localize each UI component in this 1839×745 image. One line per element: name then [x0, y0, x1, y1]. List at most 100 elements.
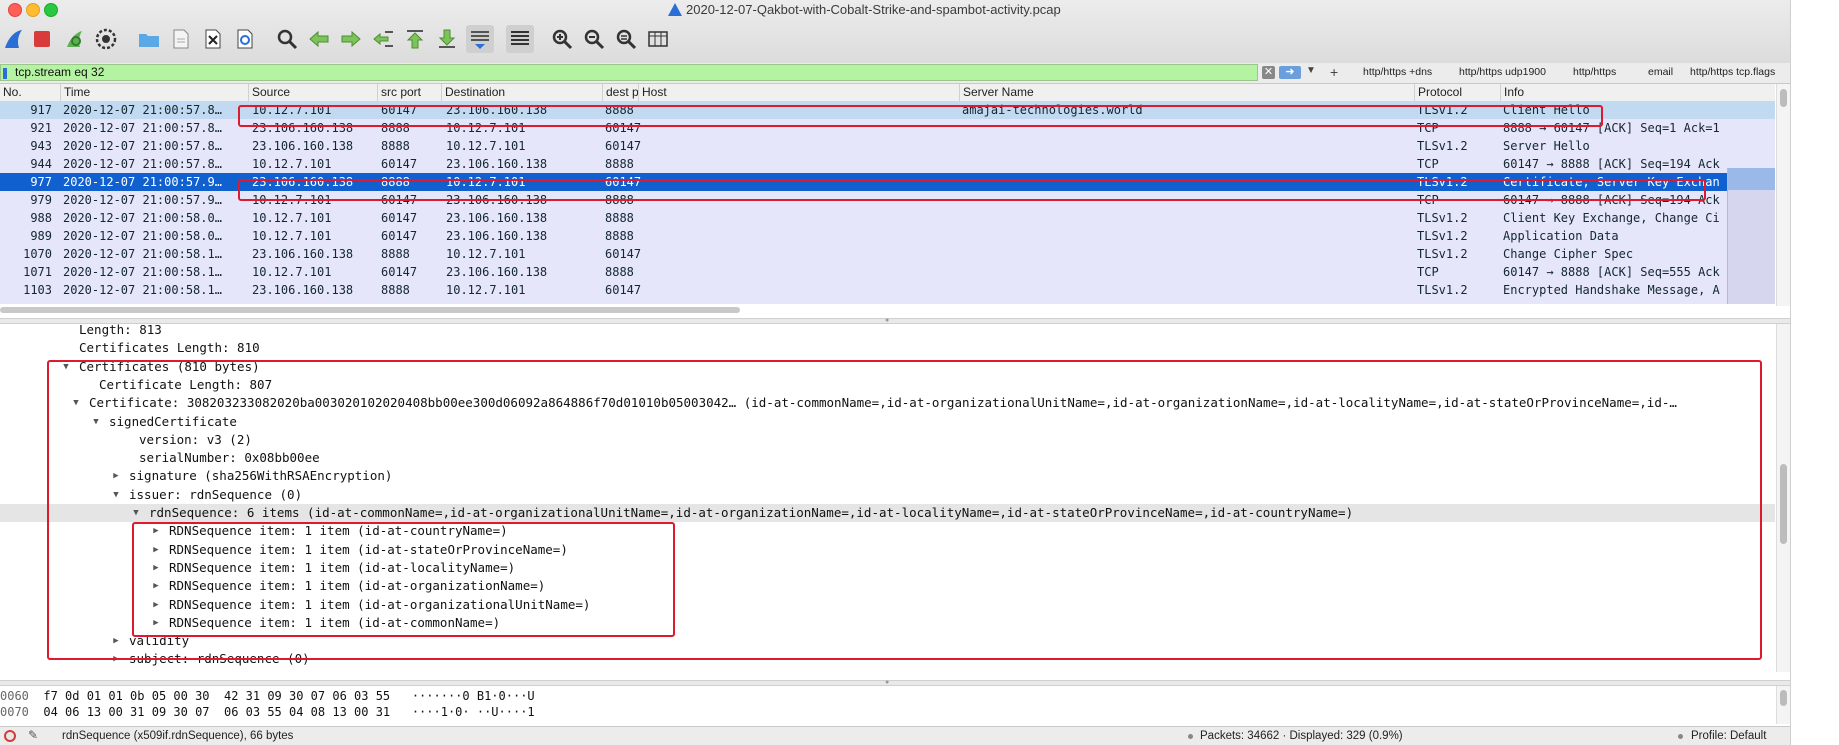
packet-minimap[interactable]	[1727, 168, 1775, 304]
go-back-icon[interactable]	[305, 25, 333, 53]
packet-row[interactable]: 1103 2020-12-07 21:00:58.1… 23.106.160.138…	[0, 281, 1775, 299]
column-header-destination[interactable]: Destination	[441, 84, 602, 101]
close-window-button[interactable]	[8, 3, 22, 17]
status-profile[interactable]: Profile: Default	[1691, 730, 1766, 742]
zoom-window-button[interactable]	[44, 3, 58, 17]
zoom-in-icon[interactable]	[548, 25, 576, 53]
bytes-ascii[interactable]: ····1·0· ··U····1	[412, 705, 535, 719]
detail-tree-item[interactable]: ▼ issuer: rdnSequence (0)	[0, 486, 1775, 504]
packet-details-scroll-thumb[interactable]	[1780, 464, 1787, 544]
filter-button-email[interactable]: email	[1648, 66, 1673, 78]
colorize-icon[interactable]	[506, 25, 534, 53]
resize-columns-icon[interactable]	[644, 25, 672, 53]
detail-tree-item[interactable]: ▶ RDNSequence item: 1 item (id-at-stateOr…	[0, 541, 1775, 559]
detail-tree-item[interactable]: Certificates Length: 810	[0, 339, 1775, 357]
packet-list[interactable]: No. Time Source src port Destination des…	[0, 84, 1775, 304]
column-header-host[interactable]: Host	[638, 84, 959, 101]
collapsed-triangle-icon[interactable]: ▶	[150, 522, 162, 540]
capture-options-icon[interactable]	[92, 25, 120, 53]
column-header-info[interactable]: Info	[1500, 84, 1775, 101]
packet-row[interactable]: 944 2020-12-07 21:00:57.8… 10.12.7.101 6014…	[0, 155, 1775, 173]
close-file-icon[interactable]	[199, 25, 227, 53]
column-header-source[interactable]: Source	[248, 84, 377, 101]
expanded-triangle-icon[interactable]: ▼	[70, 394, 82, 412]
filter-bookmark-icon[interactable]	[3, 68, 7, 79]
detail-tree-item[interactable]: ▶ RDNSequence item: 1 item (id-at-organiz…	[0, 596, 1775, 614]
bytes-hex[interactable]: 04 06 13 00 31 09 30 07 06 03 55 04 08 1…	[43, 705, 390, 719]
save-file-icon[interactable]	[167, 25, 195, 53]
autoscroll-icon[interactable]	[466, 25, 494, 53]
open-file-icon[interactable]	[135, 25, 163, 53]
detail-tree-item[interactable]: ▼ rdnSequence: 6 items (id-at-commonName=…	[0, 504, 1775, 522]
bytes-hex[interactable]: f7 0d 01 01 0b 05 00 30 42 31 09 30 07 0…	[43, 689, 390, 703]
packet-row[interactable]: 988 2020-12-07 21:00:58.0… 10.12.7.101 6014…	[0, 209, 1775, 227]
filter-button-http-https[interactable]: http/https	[1573, 66, 1616, 78]
detail-tree-item[interactable]: serialNumber: 0x08bb00ee	[0, 449, 1775, 467]
column-header-server-name[interactable]: Server Name	[959, 84, 1414, 101]
expanded-triangle-icon[interactable]: ▼	[130, 504, 142, 522]
collapsed-triangle-icon[interactable]: ▶	[110, 650, 122, 668]
packet-bytes-scroll-thumb[interactable]	[1780, 690, 1787, 706]
detail-tree-item[interactable]: ▼ Certificate: 308203233082020ba003020102…	[0, 394, 1775, 412]
detail-tree-item[interactable]: ▶ RDNSequence item: 1 item (id-at-commonN…	[0, 614, 1775, 632]
collapsed-triangle-icon[interactable]: ▶	[150, 559, 162, 577]
filter-button-http-https-udp1900[interactable]: http/https udp1900	[1459, 66, 1546, 78]
expanded-triangle-icon[interactable]: ▼	[110, 486, 122, 504]
display-filter-input[interactable]: tcp.stream eq 32	[0, 64, 1258, 81]
packet-row[interactable]: 989 2020-12-07 21:00:58.0… 10.12.7.101 6014…	[0, 227, 1775, 245]
filter-button-http-https-dns[interactable]: http/https +dns	[1363, 66, 1432, 78]
packet-list-scrollbar[interactable]	[1776, 84, 1790, 306]
packet-list-scroll-thumb[interactable]	[1780, 89, 1787, 107]
column-header-no[interactable]: No.	[0, 84, 60, 101]
packet-list-hscroll-thumb[interactable]	[0, 307, 740, 313]
go-to-packet-icon[interactable]	[369, 25, 397, 53]
detail-tree-item[interactable]: ▼ signedCertificate	[0, 413, 1775, 431]
zoom-out-icon[interactable]	[580, 25, 608, 53]
filter-button-http-https-tcp-flags[interactable]: http/https tcp.flags	[1690, 66, 1775, 78]
column-header-dest-port[interactable]: dest port	[602, 84, 638, 101]
packet-row[interactable]: 977 2020-12-07 21:00:57.9… 23.106.160.138 8…	[0, 173, 1775, 191]
detail-tree-item[interactable]: version: v3 (2)	[0, 431, 1775, 449]
go-forward-icon[interactable]	[337, 25, 365, 53]
detail-tree-item[interactable]: ▶ RDNSequence item: 1 item (id-at-organiz…	[0, 577, 1775, 595]
go-first-icon[interactable]	[401, 25, 429, 53]
detail-tree-item[interactable]: ▶ signature (sha256WithRSAEncryption)	[0, 467, 1775, 485]
packet-bytes-pane[interactable]: 0060 f7 0d 01 01 0b 05 00 30 42 31 09 30…	[0, 686, 1775, 724]
column-header-protocol[interactable]: Protocol	[1414, 84, 1500, 101]
detail-tree-item[interactable]: ▶ RDNSequence item: 1 item (id-at-country…	[0, 522, 1775, 540]
expanded-triangle-icon[interactable]: ▼	[90, 413, 102, 431]
detail-tree-item[interactable]: ▶ validity	[0, 632, 1775, 650]
apply-filter-icon[interactable]: ➜	[1279, 66, 1301, 79]
packet-row[interactable]: 921 2020-12-07 21:00:57.8… 23.106.160.138 8…	[0, 119, 1775, 137]
bytes-ascii[interactable]: ·······0 B1·0···U	[412, 689, 535, 703]
go-last-icon[interactable]	[433, 25, 461, 53]
detail-tree-item[interactable]: ▶ subject: rdnSequence (0)	[0, 650, 1775, 668]
detail-tree-item[interactable]: Length: 813	[0, 324, 1775, 339]
wireshark-fin-icon[interactable]	[0, 25, 28, 53]
packet-row[interactable]: 943 2020-12-07 21:00:57.8… 23.106.160.138 8…	[0, 137, 1775, 155]
expanded-triangle-icon[interactable]: ▼	[60, 358, 72, 376]
collapsed-triangle-icon[interactable]: ▶	[150, 614, 162, 632]
detail-tree-item[interactable]: Certificate Length: 807	[0, 376, 1775, 394]
find-packet-icon[interactable]	[273, 25, 301, 53]
minimize-window-button[interactable]	[26, 3, 40, 17]
detail-tree-item[interactable]: ▼ Certificates (810 bytes)	[0, 358, 1775, 376]
packet-bytes-scrollbar[interactable]	[1776, 686, 1790, 724]
clear-filter-icon[interactable]: ✕	[1262, 66, 1275, 79]
edit-comment-icon[interactable]: ✎	[28, 728, 38, 742]
restart-capture-icon[interactable]	[60, 25, 88, 53]
collapsed-triangle-icon[interactable]: ▶	[150, 541, 162, 559]
packet-details-scrollbar[interactable]	[1776, 324, 1790, 672]
packet-details-tree[interactable]: Length: 813 Certificates Length: 810 ▼ Cert…	[0, 324, 1775, 670]
collapsed-triangle-icon[interactable]: ▶	[110, 467, 122, 485]
packet-row[interactable]: 1071 2020-12-07 21:00:58.1… 10.12.7.101 601…	[0, 263, 1775, 281]
expert-info-icon[interactable]	[4, 730, 16, 742]
reload-file-icon[interactable]	[231, 25, 259, 53]
collapsed-triangle-icon[interactable]: ▶	[110, 632, 122, 650]
collapsed-triangle-icon[interactable]: ▶	[150, 577, 162, 595]
filter-history-chevron-icon[interactable]: ▼	[1306, 65, 1316, 76]
column-header-time[interactable]: Time	[60, 84, 248, 101]
minimap-viewport[interactable]	[1728, 168, 1775, 190]
column-header-src-port[interactable]: src port	[377, 84, 441, 101]
add-filter-button-icon[interactable]: +	[1330, 64, 1338, 80]
